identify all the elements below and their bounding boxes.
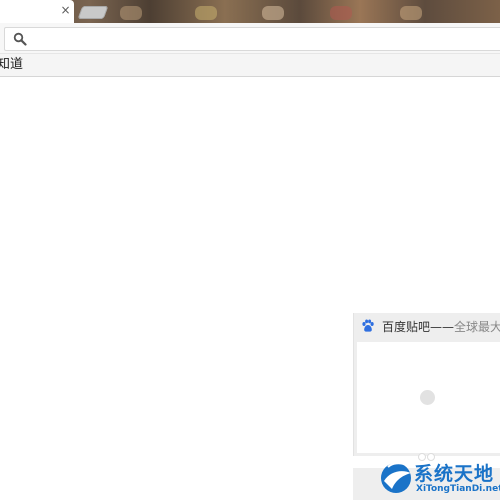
watermark-logo: 系统天地 XiTongTianDi.net [378,457,500,500]
tile-preview [357,342,500,453]
bookmark-item[interactable]: 知道 [0,56,23,74]
tile-title-main: 百度贴吧—— [382,320,455,334]
search-icon [13,32,27,46]
tile-indicator [418,446,440,461]
toolbar [0,23,500,54]
watermark-globe-icon [381,462,411,493]
background-decoration [400,6,422,20]
tile-header: 百度贴吧——全球最大的 [354,313,500,340]
background-decoration [120,6,142,20]
active-tab[interactable]: × [0,0,74,23]
background-decoration [262,6,284,20]
new-tab-button[interactable] [77,6,109,19]
baidu-paw-icon [362,319,374,332]
background-decoration [330,6,352,20]
speed-dial-tile[interactable]: 百度贴吧——全球最大的 [353,313,500,456]
tile-title-subtitle: 全球最大的 [454,320,500,334]
close-tab-icon[interactable]: × [59,4,72,17]
address-input[interactable] [33,30,493,48]
tile-title: 百度贴吧——全球最大的 [382,318,500,336]
address-bar[interactable] [4,27,500,51]
tab-strip: × [0,0,500,23]
watermark-url: XiTongTianDi.net [416,484,500,494]
loading-spinner-icon [420,390,435,405]
background-decoration [195,6,217,20]
watermark-brand: 系统天地 [414,463,495,485]
bookmark-bar: 知道 [0,54,500,77]
